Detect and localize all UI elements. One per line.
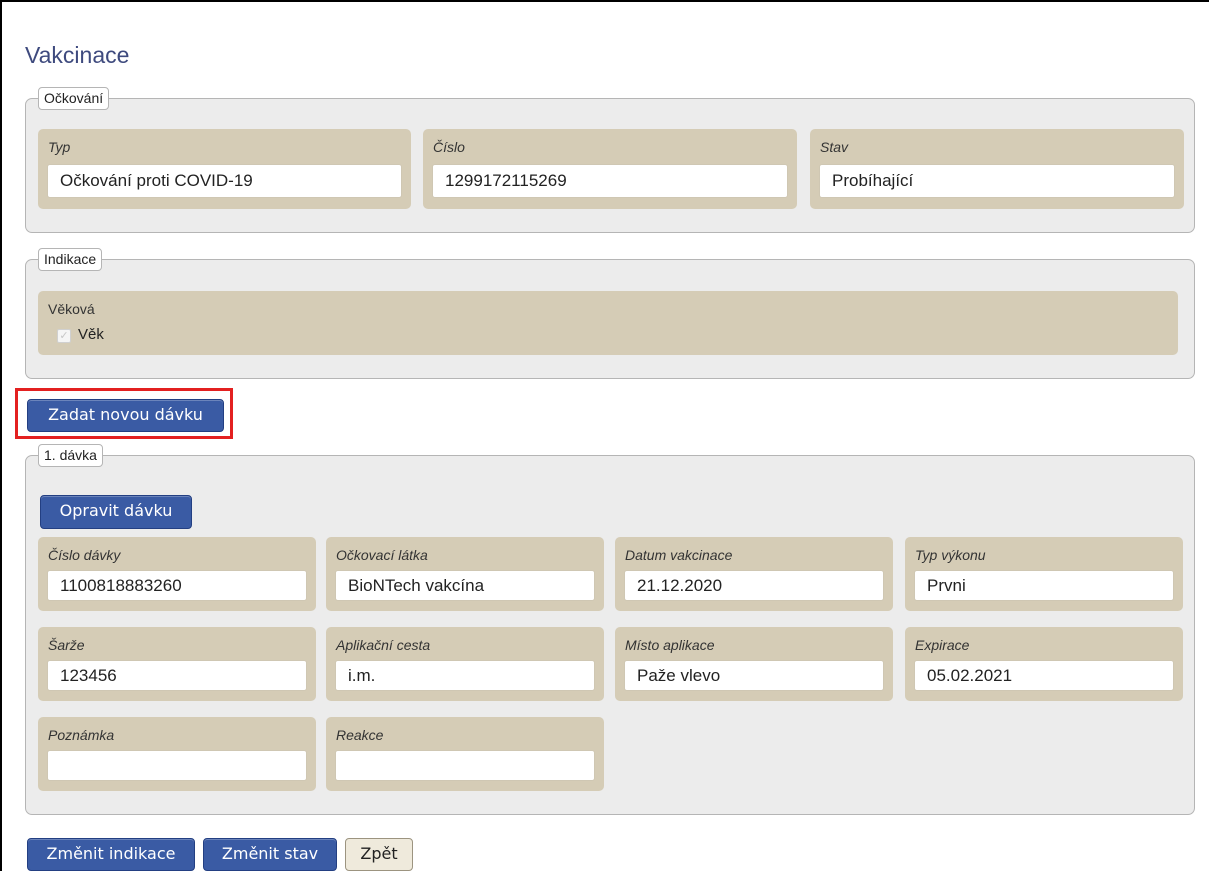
- stav-value: Probíhající: [819, 164, 1175, 198]
- typ-field: Typ Očkování proti COVID-19: [38, 129, 411, 209]
- reakce-value: [335, 750, 595, 781]
- poznamka-label: Poznámka: [48, 727, 115, 743]
- datum-vakcinace-value: 21.12.2020: [624, 570, 884, 601]
- aplikacni-cesta-label: Aplikační cesta: [336, 637, 431, 653]
- ockovani-legend: Očkování: [38, 87, 110, 110]
- ockovaci-latka-value: BioNTech vakcína: [335, 570, 595, 601]
- indikace-section: Indikace Věková: [25, 248, 1195, 379]
- new-dose-button[interactable]: Zadat novou dávku: [27, 399, 224, 432]
- cislo-davky-label: Číslo dávky: [48, 547, 121, 563]
- page-title: Vakcinace: [25, 42, 130, 68]
- typ-vykonu-label: Typ výkonu: [915, 547, 986, 563]
- ockovani-section: Očkování Typ Očkování proti COVID-19 Čís…: [25, 87, 1195, 233]
- misto-aplikace-value: Paže vlevo: [624, 660, 884, 691]
- aplikacni-cesta-field: Aplikační cesta i.m.: [326, 627, 604, 701]
- reakce-field: Reakce: [326, 717, 604, 791]
- stav-field: Stav Probíhající: [810, 129, 1184, 209]
- expirace-field: Expirace 05.02.2021: [905, 627, 1183, 701]
- back-button[interactable]: Zpět: [345, 838, 413, 871]
- sarze-label: Šarže: [48, 637, 85, 653]
- change-indication-button[interactable]: Změnit indikace: [27, 838, 195, 871]
- stav-label: Stav: [820, 139, 849, 155]
- sarze-value: 123456: [47, 660, 307, 691]
- expirace-value: 05.02.2021: [914, 660, 1174, 691]
- datum-vakcinace-label: Datum vakcinace: [625, 547, 733, 563]
- poznamka-value: [47, 750, 307, 781]
- typ-value: Očkování proti COVID-19: [47, 164, 402, 198]
- typ-vykonu-field: Typ výkonu Prvni: [905, 537, 1183, 611]
- cislo-label: Číslo: [433, 139, 465, 155]
- indikace-legend: Indikace: [38, 248, 103, 271]
- reakce-label: Reakce: [336, 727, 384, 743]
- datum-vakcinace-field: Datum vakcinace 21.12.2020: [615, 537, 893, 611]
- vekova-label: Věková: [48, 301, 95, 317]
- cislo-davky-field: Číslo dávky 1100818883260: [38, 537, 316, 611]
- vek-checkbox-label: Věk: [78, 326, 104, 343]
- vekova-group: Věková: [38, 291, 1178, 355]
- aplikacni-cesta-value: i.m.: [335, 660, 595, 691]
- cislo-davky-value: 1100818883260: [47, 570, 307, 601]
- sarze-field: Šarže 123456: [38, 627, 316, 701]
- poznamka-field: Poznámka: [38, 717, 316, 791]
- change-state-button[interactable]: Změnit stav: [203, 838, 337, 871]
- vek-checkbox[interactable]: ✓: [57, 329, 71, 343]
- cislo-value: 1299172115269: [432, 164, 788, 198]
- expirace-label: Expirace: [915, 637, 970, 653]
- misto-aplikace-field: Místo aplikace Paže vlevo: [615, 627, 893, 701]
- typ-vykonu-value: Prvni: [914, 570, 1174, 601]
- davka-legend: 1. dávka: [38, 444, 103, 467]
- edit-dose-button[interactable]: Opravit dávku: [40, 495, 192, 529]
- typ-label: Typ: [48, 139, 71, 155]
- cislo-field: Číslo 1299172115269: [423, 129, 797, 209]
- misto-aplikace-label: Místo aplikace: [625, 637, 715, 653]
- ockovaci-latka-label: Očkovací látka: [336, 547, 428, 563]
- ockovaci-latka-field: Očkovací látka BioNTech vakcína: [326, 537, 604, 611]
